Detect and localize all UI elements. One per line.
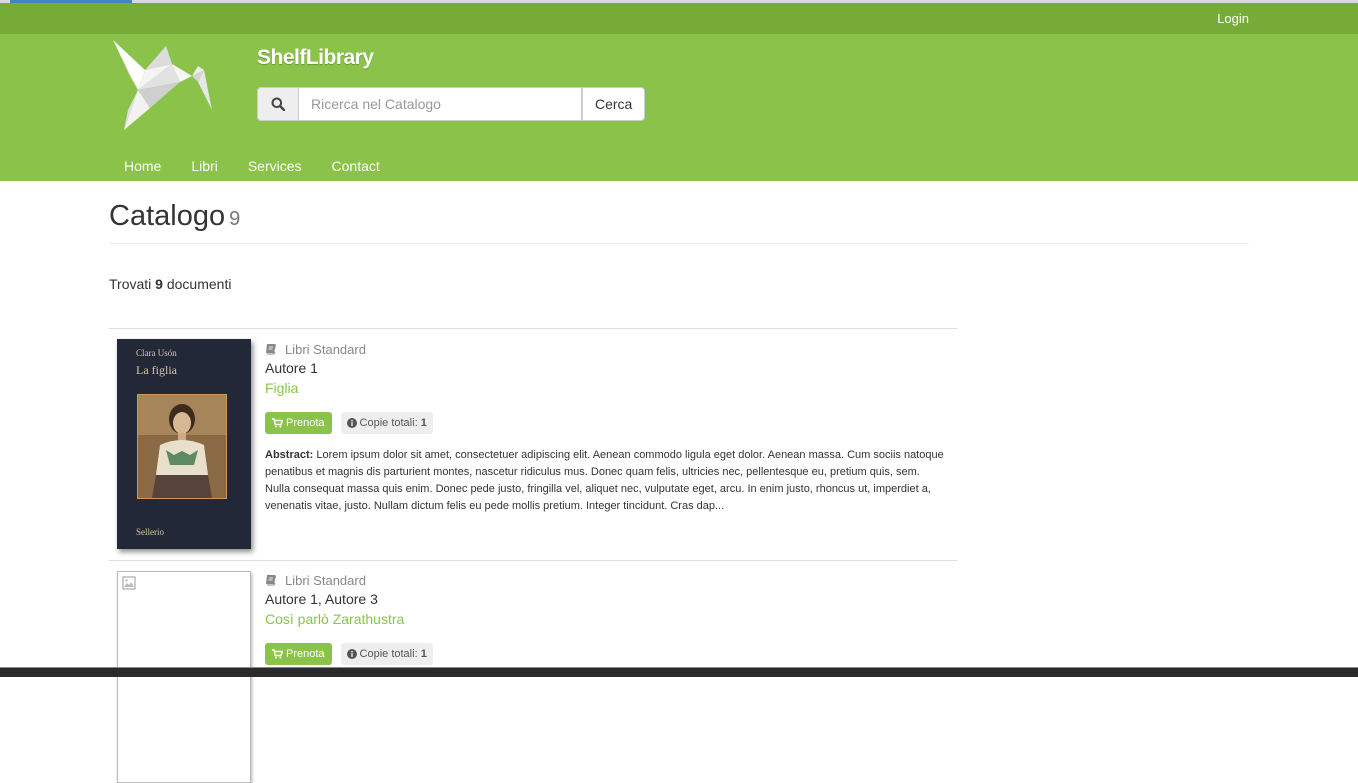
site-title[interactable]: ShelfLibrary: [257, 46, 374, 70]
broken-image-icon: [122, 576, 136, 590]
cover-title: La figlia: [136, 363, 177, 377]
site-header: ShelfLibrary Cerca Home Libri Services C…: [0, 34, 1358, 181]
cover-painting: [137, 394, 227, 499]
copies-badge: Copie totali: 1: [340, 643, 433, 665]
results-prefix: Trovati: [109, 276, 152, 292]
list-item: Libri Standard Autore 1 Figlia Prenota C…: [265, 341, 945, 515]
list-divider: [109, 328, 957, 329]
nav-item-libri[interactable]: Libri: [176, 150, 232, 182]
results-count: 9: [155, 276, 163, 292]
info-circle-icon: [346, 649, 357, 659]
results-suffix: documenti: [166, 276, 232, 292]
reserve-button[interactable]: Prenota: [265, 643, 332, 665]
copies-label: Copie totali:: [359, 417, 418, 429]
top-bar: Login: [0, 3, 1358, 34]
book-category: Libri Standard: [265, 341, 945, 357]
cover-author: Clara Usón: [136, 348, 177, 358]
book-authors: Autore 1, Autore 3: [265, 591, 378, 607]
shopping-cart-icon: [272, 418, 283, 428]
search-icon: [271, 97, 285, 111]
search-input[interactable]: [299, 87, 582, 121]
book-title-link[interactable]: Figlia: [265, 380, 945, 397]
origami-bird-logo[interactable]: [110, 40, 214, 130]
search-button[interactable]: Cerca: [582, 87, 646, 121]
book-category-label: Libri Standard: [285, 341, 366, 357]
result-count: 9: [229, 208, 241, 230]
reserve-button-label: Prenota: [286, 648, 325, 660]
search-bar: Cerca: [257, 87, 646, 121]
book-category-label: Libri Standard: [285, 572, 366, 588]
shopping-cart-icon: [272, 649, 283, 659]
window-bottom-bar: [0, 668, 1358, 677]
nav-item-home[interactable]: Home: [109, 150, 176, 182]
list-item: Libri Standard Autore 1, Autore 3 Così p…: [265, 572, 433, 665]
book-icon: [266, 575, 276, 586]
title-divider: [109, 243, 1249, 244]
reserve-button-label: Prenota: [286, 417, 325, 429]
book-cover-placeholder[interactable]: [117, 571, 251, 783]
list-divider: [109, 560, 957, 561]
book-abstract: Abstract: Lorem ipsum dolor sit amet, co…: [265, 447, 945, 515]
nav-item-contact[interactable]: Contact: [317, 150, 395, 182]
search-addon: [257, 87, 299, 121]
book-cover[interactable]: Clara Usón La figlia Sellerio: [117, 339, 251, 549]
info-circle-icon: [346, 418, 357, 428]
page-title-text: Catalogo: [109, 200, 226, 232]
copies-count: 1: [420, 417, 427, 429]
abstract-label: Abstract:: [265, 449, 314, 461]
abstract-text: Lorem ipsum dolor sit amet, consectetuer…: [265, 449, 944, 512]
login-link[interactable]: Login: [1217, 11, 1249, 26]
results-summary: Trovati 9 documenti: [109, 276, 231, 292]
main-nav: Home Libri Services Contact: [109, 150, 395, 182]
book-authors: Autore 1: [265, 360, 318, 376]
reserve-button[interactable]: Prenota: [265, 412, 332, 434]
copies-count: 1: [420, 648, 427, 660]
book-icon: [266, 344, 276, 355]
book-title-link[interactable]: Così parlò Zarathustra: [265, 611, 433, 628]
page-title: Catalogo 9: [109, 200, 240, 233]
book-actions: Prenota Copie totali: 1: [265, 412, 945, 434]
book-category: Libri Standard: [265, 572, 433, 588]
copies-badge: Copie totali: 1: [340, 412, 433, 434]
cover-publisher: Sellerio: [136, 527, 164, 537]
copies-label: Copie totali:: [359, 648, 418, 660]
nav-item-services[interactable]: Services: [233, 150, 317, 182]
book-actions: Prenota Copie totali: 1: [265, 643, 433, 665]
